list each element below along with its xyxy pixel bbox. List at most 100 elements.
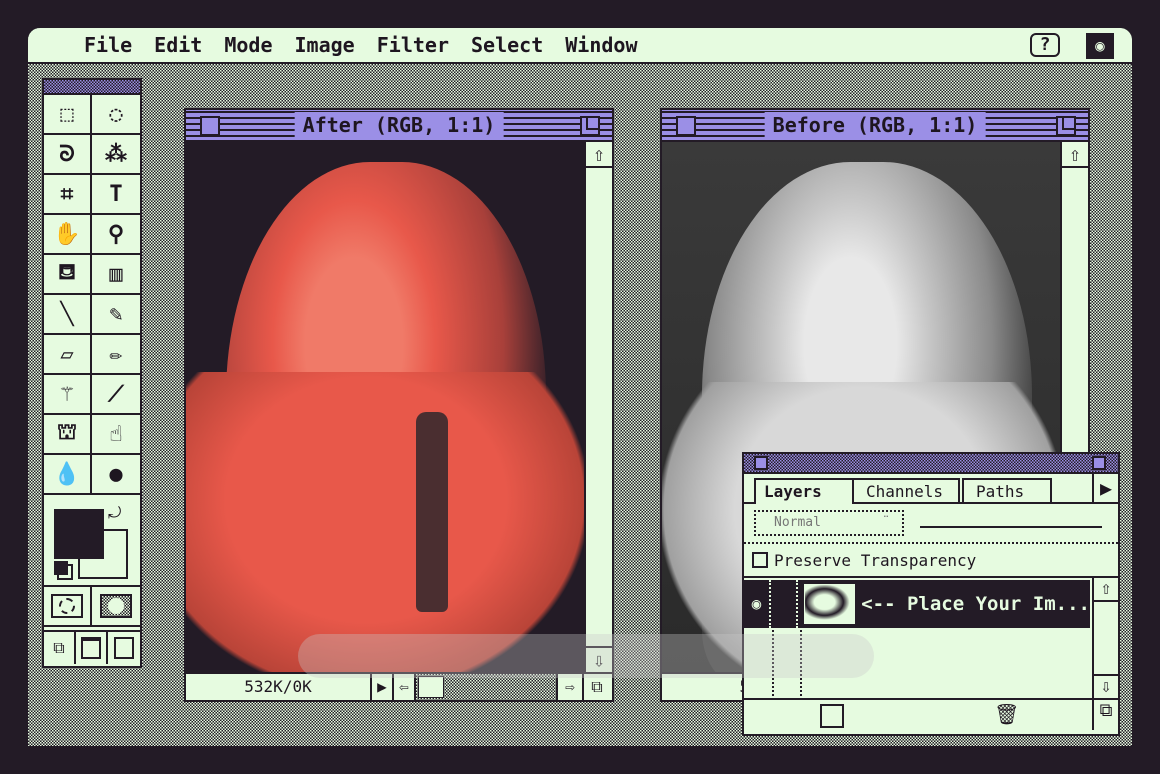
menu-window[interactable]: Window <box>565 33 637 57</box>
eyedropper-icon: ✎ <box>109 301 123 327</box>
after-title-bar[interactable]: After (RGB, 1:1) <box>186 110 612 142</box>
blur-icon: 💧 <box>53 461 81 487</box>
gradient-tool[interactable]: ▥ <box>92 255 140 295</box>
layers-vertical-scrollbar[interactable]: ⇧ ⇩ <box>1092 578 1118 698</box>
crop-tool[interactable]: ⌗ <box>44 175 92 215</box>
layer-row[interactable]: ◉ <-- Place Your Im... <box>744 580 1090 628</box>
menu-image[interactable]: Image <box>295 33 355 57</box>
new-layer-icon[interactable] <box>820 704 844 728</box>
pencil-icon: ✏ <box>109 341 123 367</box>
smudge-tool[interactable]: ☝ <box>92 415 140 455</box>
line-icon: ╲ <box>60 301 74 327</box>
menu-mode[interactable]: Mode <box>224 33 272 57</box>
blend-mode-value: Normal <box>774 515 821 530</box>
paintbrush-tool[interactable]: ⟋ <box>92 375 140 415</box>
menu-edit[interactable]: Edit <box>154 33 202 57</box>
close-box[interactable] <box>676 116 696 136</box>
layer-thumbnail <box>803 584 856 624</box>
after-image <box>186 142 584 672</box>
burn-tool[interactable]: ● <box>92 455 140 495</box>
screen-mode-full-button[interactable] <box>108 632 140 664</box>
rect-marquee-tool[interactable]: ⬚ <box>44 95 92 135</box>
rubber-stamp-tool[interactable]: ⛫ <box>44 415 92 455</box>
eyedropper-tool[interactable]: ✎ <box>92 295 140 335</box>
screen-mode-full-menu-button[interactable] <box>76 632 108 664</box>
zoom-box[interactable] <box>1056 116 1076 136</box>
scroll-thumb[interactable] <box>418 676 444 698</box>
airbrush-tool[interactable]: ⚚ <box>44 375 92 415</box>
smudge-icon: ☝ <box>109 421 123 447</box>
pencil-tool[interactable]: ✏ <box>92 335 140 375</box>
scroll-down-arrow-icon[interactable]: ⇩ <box>1094 674 1118 698</box>
trash-icon[interactable]: 🗑 <box>994 702 1019 726</box>
zoom-tool[interactable]: ⚲ <box>92 215 140 255</box>
quick-mask-mode-button[interactable] <box>92 587 140 625</box>
tab-channels[interactable]: Channels <box>850 478 960 504</box>
menu-select[interactable]: Select <box>471 33 543 57</box>
desktop: File Edit Mode Image Filter Select Windo… <box>28 28 1132 746</box>
hand-tool[interactable]: ✋ <box>44 215 92 255</box>
layer-link-slot[interactable] <box>771 580 798 628</box>
scroll-up-arrow-icon[interactable]: ⇧ <box>586 142 612 168</box>
burn-icon: ● <box>109 461 123 487</box>
palette-title-bar[interactable] <box>744 454 1118 474</box>
zoom-icon: ⚲ <box>107 221 125 247</box>
close-box[interactable] <box>200 116 220 136</box>
type-icon: T <box>109 181 123 207</box>
paintbrush-icon: ⟋ <box>108 381 124 407</box>
rubber-stamp-icon: ⛫ <box>56 420 78 445</box>
visibility-eye-icon[interactable]: ◉ <box>744 580 771 628</box>
opacity-slider[interactable] <box>920 526 1102 528</box>
line-tool[interactable]: ╲ <box>44 295 92 335</box>
blend-mode-select[interactable]: Normal ¨ <box>754 510 904 536</box>
layer-name[interactable]: <-- Place Your Im... <box>861 593 1090 615</box>
paint-bucket-tool[interactable]: ⛾ <box>44 255 92 295</box>
preserve-transparency-label: Preserve Transparency <box>774 550 977 570</box>
tab-layers[interactable]: Layers <box>754 478 854 504</box>
standard-mode-button[interactable] <box>44 587 92 625</box>
menu-bar: File Edit Mode Image Filter Select Windo… <box>28 28 1132 64</box>
paint-bucket-icon: ⛾ <box>58 260 76 285</box>
lasso-tool[interactable]: ᘐ <box>44 135 92 175</box>
blur-tool[interactable]: 💧 <box>44 455 92 495</box>
ellipse-marquee-icon: ◌ <box>109 101 123 127</box>
type-tool[interactable]: T <box>92 175 140 215</box>
before-title-bar[interactable]: Before (RGB, 1:1) <box>662 110 1088 142</box>
toolbox-drag-bar[interactable] <box>44 80 140 95</box>
foreground-color-swatch[interactable] <box>54 509 104 559</box>
rect-marquee-icon: ⬚ <box>60 101 74 127</box>
checkbox-icon[interactable] <box>752 552 768 568</box>
swap-colors-icon[interactable]: ⤾ <box>108 503 121 523</box>
airbrush-icon: ⚚ <box>60 381 74 407</box>
balloon-help-icon[interactable]: ? <box>1030 33 1060 57</box>
magic-wand-icon: ⁂ <box>105 141 127 167</box>
after-vertical-scrollbar[interactable]: ⇧ ⇩ <box>584 142 612 672</box>
close-box[interactable] <box>754 456 768 470</box>
palette-menu-arrow-icon[interactable]: ▶ <box>1092 474 1118 504</box>
menu-file[interactable]: File <box>84 33 132 57</box>
lasso-icon: ᘐ <box>59 141 75 167</box>
default-colors-icon[interactable] <box>54 561 68 575</box>
scroll-up-arrow-icon[interactable]: ⇧ <box>1094 578 1118 602</box>
eraser-tool[interactable]: ▱ <box>44 335 92 375</box>
zoom-box[interactable] <box>580 116 600 136</box>
before-window-title: Before (RGB, 1:1) <box>764 112 986 138</box>
tab-paths[interactable]: Paths <box>962 478 1052 504</box>
preserve-transparency-checkbox[interactable]: Preserve Transparency <box>744 544 1118 578</box>
resize-box-icon[interactable]: ⧉ <box>1092 700 1118 730</box>
gradient-icon: ▥ <box>109 261 123 287</box>
zoom-box[interactable] <box>1092 456 1106 470</box>
screen-mode-window-button[interactable]: ⧉ <box>44 632 76 664</box>
ellipse-marquee-tool[interactable]: ◌ <box>92 95 140 135</box>
photoshop-eye-icon[interactable]: ◉ <box>1086 33 1114 59</box>
hand-icon: ✋ <box>53 221 81 247</box>
watermark <box>298 634 874 678</box>
magic-wand-tool[interactable]: ⁂ <box>92 135 140 175</box>
toolbox: ⬚ ◌ ᘐ ⁂ ⌗ T ✋ ⚲ ⛾ ▥ ╲ ✎ ▱ ✏ ⚚ ⟋ ⛫ ☝ 💧 ● ⤾ ⧉ <box>42 78 142 668</box>
color-swatches: ⤾ <box>44 495 140 587</box>
menu-filter[interactable]: Filter <box>377 33 449 57</box>
scroll-up-arrow-icon[interactable]: ⇧ <box>1062 142 1088 168</box>
eraser-icon: ▱ <box>60 341 74 367</box>
after-window-title: After (RGB, 1:1) <box>294 112 504 138</box>
crop-icon: ⌗ <box>60 181 74 207</box>
